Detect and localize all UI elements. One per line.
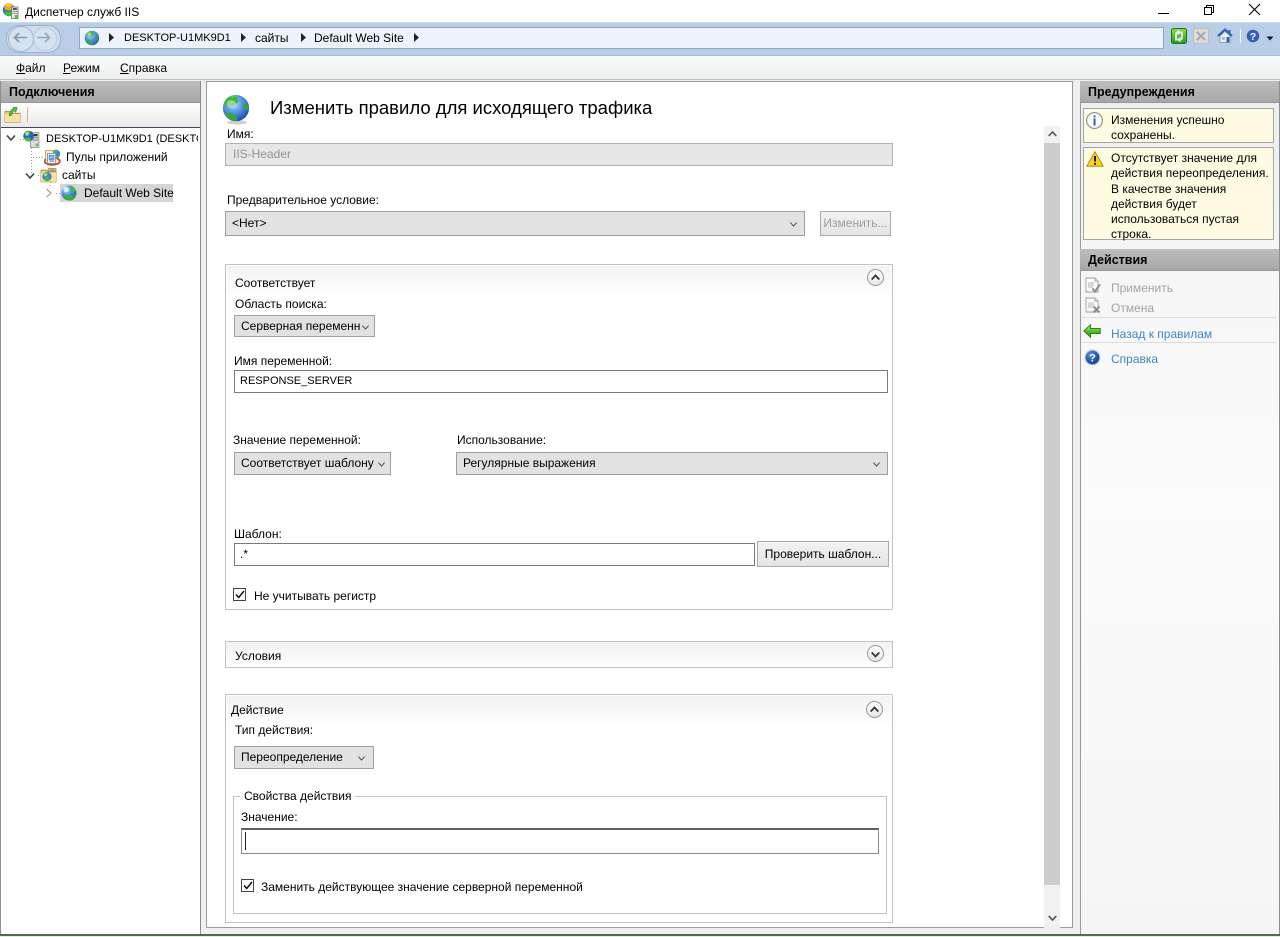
svg-text:?: ? — [1089, 353, 1096, 365]
svg-text:?: ? — [1250, 31, 1256, 43]
